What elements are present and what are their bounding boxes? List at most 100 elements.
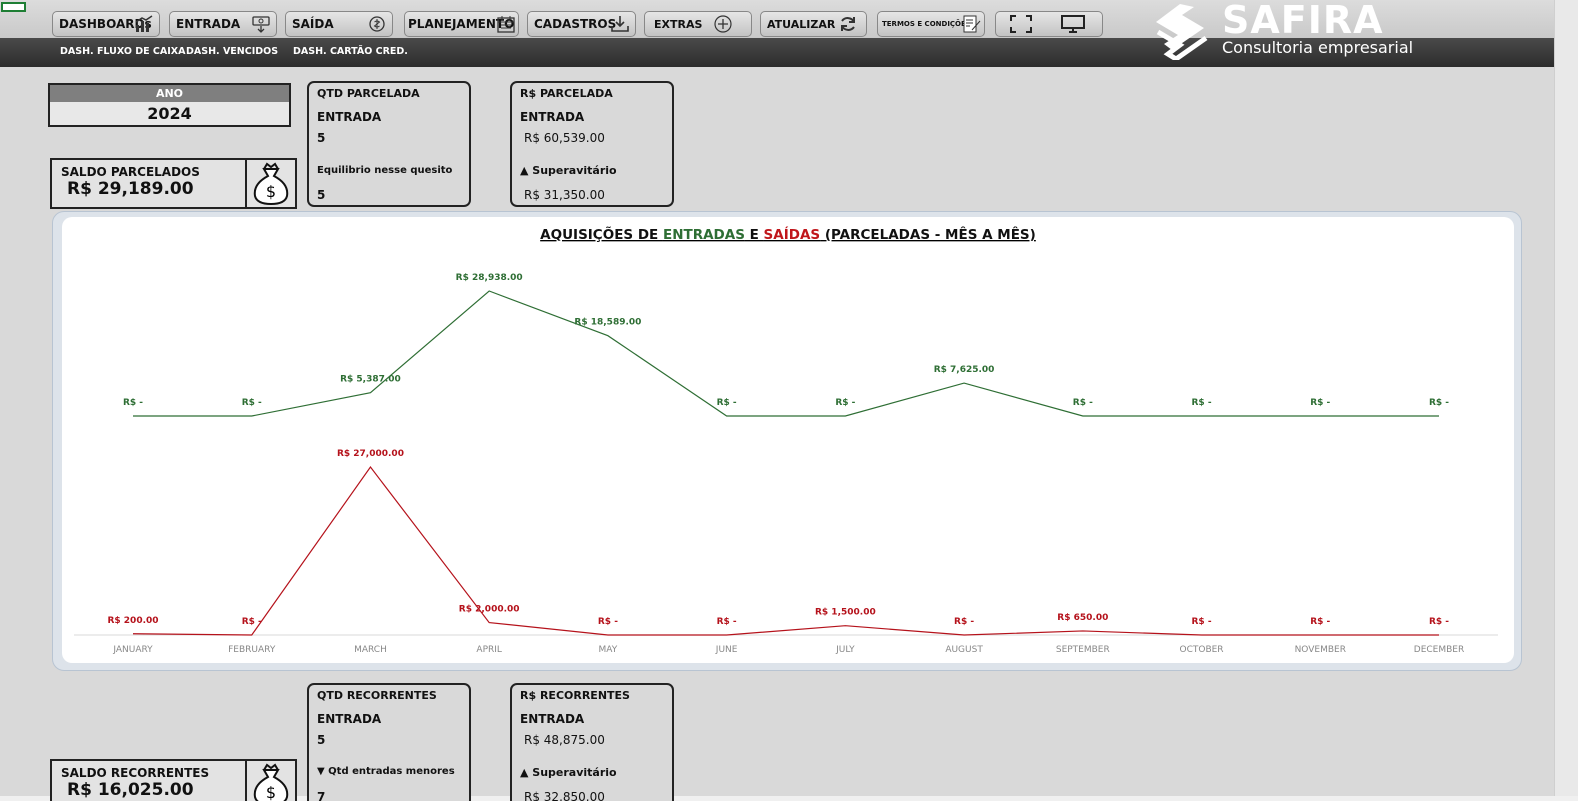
calendar-icon xyxy=(497,16,515,33)
rs-parcelada-title: R$ PARCELADA xyxy=(520,87,613,100)
chart-title-part-0: AQUISIÇÕES DE xyxy=(540,225,663,243)
extras-button-label: EXTRAS xyxy=(654,17,703,31)
safira-logo-icon xyxy=(1156,4,1208,60)
monthly-line-chart: AQUISIÇÕES DE ENTRADAS E SAÍDAS (PARCELA… xyxy=(74,225,1498,655)
subnav-fluxo-caixa[interactable]: DASH. FLUXO DE CAIXA xyxy=(60,46,185,57)
qtd-parcelada-title: QTD PARCELADA xyxy=(317,87,420,100)
data-label-s1-january: R$ 200.00 xyxy=(107,616,158,626)
cadastros-button[interactable]: CADASTROS xyxy=(527,11,636,37)
x-tick-label-june: JUNE xyxy=(715,645,738,655)
chart-title-part-2: E xyxy=(745,227,764,243)
chart-icon xyxy=(135,15,153,32)
x-tick-label-october: OCTOBER xyxy=(1180,645,1224,655)
x-tick-label-may: MAY xyxy=(599,645,618,655)
saida-button[interactable]: SAÍDA xyxy=(285,11,393,37)
data-label-s1-june: R$ - xyxy=(717,617,737,627)
qtd-recorrentes-value: 5 xyxy=(317,733,326,747)
data-label-s1-august: R$ - xyxy=(954,617,974,627)
data-label-s1-december: R$ - xyxy=(1429,617,1449,627)
planejamento-button[interactable]: PLANEJAMENTO xyxy=(404,11,519,37)
data-label-s0-october: R$ - xyxy=(1192,398,1212,408)
saldo-recorrentes-card: SALDO RECORRENTES R$ 16,025.00 $ xyxy=(50,759,297,801)
qtd-parcelada-value: 5 xyxy=(317,131,326,145)
rs-recorrentes-card: R$ RECORRENTES ENTRADA R$ 48,875.00 ▲ Su… xyxy=(510,683,674,801)
qtd-recorrentes-card: QTD RECORRENTES ENTRADA 5 ▼ Qtd entradas… xyxy=(307,683,471,801)
money-bag-icon: $ xyxy=(253,763,289,801)
x-tick-label-september: SEPTEMBER xyxy=(1056,645,1110,655)
qtd-recorrentes-subtitle: ENTRADA xyxy=(317,712,382,726)
vertical-scrollbar[interactable] xyxy=(1554,0,1578,801)
x-tick-label-february: FEBRUARY xyxy=(228,645,276,655)
data-label-s1-february: R$ - xyxy=(242,617,262,627)
qtd-recorrentes-title: QTD RECORRENTES xyxy=(317,689,437,702)
data-label-s1-may: R$ - xyxy=(598,617,618,627)
x-tick-label-november: NOVEMBER xyxy=(1295,645,1346,655)
saldo-parcelados-value: R$ 29,189.00 xyxy=(67,179,194,199)
data-label-s0-december: R$ - xyxy=(1429,398,1449,408)
refresh-icon xyxy=(841,17,855,31)
svg-text:$: $ xyxy=(266,783,276,801)
saida-button-label: SAÍDA xyxy=(292,17,334,31)
view-mode-button[interactable] xyxy=(995,11,1103,37)
entrada-button[interactable]: ENTRADA xyxy=(169,11,277,37)
data-label-s1-april: R$ 2,000.00 xyxy=(459,605,520,615)
atualizar-button[interactable]: ATUALIZAR xyxy=(760,11,867,37)
rs-recorrentes-note: ▲ Superavitário xyxy=(520,766,617,779)
qtd-recorrentes-value2: 7 xyxy=(317,790,326,801)
money-bag-frame-2: $ xyxy=(245,761,296,801)
data-label-s1-july: R$ 1,500.00 xyxy=(815,608,876,618)
rs-recorrentes-subtitle: ENTRADA xyxy=(520,712,585,726)
series-line-1 xyxy=(132,466,1439,636)
data-label-s1-september: R$ 650.00 xyxy=(1057,613,1108,623)
fullscreen-icon[interactable] xyxy=(1010,15,1032,33)
data-label-s0-september: R$ - xyxy=(1073,398,1093,408)
chart-title: AQUISIÇÕES DE ENTRADAS E SAÍDAS (PARCELA… xyxy=(540,225,1036,243)
rs-parcelada-note: ▲ Superavitário xyxy=(520,164,617,177)
download-icon xyxy=(611,16,629,32)
x-tick-label-march: MARCH xyxy=(354,645,387,655)
rs-recorrentes-value: R$ 48,875.00 xyxy=(524,733,605,747)
money-in-icon xyxy=(252,16,270,33)
rs-parcelada-subtitle: ENTRADA xyxy=(520,110,585,124)
data-label-s0-may: R$ 18,589.00 xyxy=(574,318,641,328)
subnav-cartao-cred[interactable]: DASH. CARTÃO CRED. xyxy=(293,46,408,57)
rs-parcelada-value2: R$ 31,350.00 xyxy=(524,188,605,202)
year-label: ANO xyxy=(50,85,289,102)
data-label-s1-october: R$ - xyxy=(1192,617,1212,627)
data-label-s0-june: R$ - xyxy=(717,398,737,408)
rs-recorrentes-title: R$ RECORRENTES xyxy=(520,689,630,702)
data-label-s1-march: R$ 27,000.00 xyxy=(337,449,404,459)
saldo-parcelados-label: SALDO PARCELADOS xyxy=(61,165,200,179)
x-tick-label-april: APRIL xyxy=(476,645,502,655)
data-label-s1-november: R$ - xyxy=(1310,617,1330,627)
brand-tagline: Consultoria empresarial xyxy=(1222,38,1414,57)
svg-text:$: $ xyxy=(266,182,276,201)
termos-button[interactable]: TERMOS E CONDIÇÕES xyxy=(877,11,985,37)
entrada-button-label: ENTRADA xyxy=(176,17,241,31)
chart-title-part-4: (PARCELADAS - MÊS A MÊS) xyxy=(820,226,1036,243)
dashboards-button[interactable]: DASHBOARDs xyxy=(52,11,160,37)
qtd-parcelada-card: QTD PARCELADA ENTRADA 5 Equilibrio nesse… xyxy=(307,81,471,207)
year-value[interactable]: 2024 xyxy=(50,102,289,125)
rs-recorrentes-value2: R$ 32,850.00 xyxy=(524,790,605,801)
rs-parcelada-card: R$ PARCELADA ENTRADA R$ 60,539.00 ▲ Supe… xyxy=(510,81,674,207)
data-label-s0-august: R$ 7,625.00 xyxy=(934,365,995,375)
saldo-recorrentes-value: R$ 16,025.00 xyxy=(67,780,194,800)
money-out-icon xyxy=(369,16,385,32)
data-label-s0-november: R$ - xyxy=(1310,398,1330,408)
x-tick-label-july: JULY xyxy=(835,645,855,655)
data-label-s0-april: R$ 28,938.00 xyxy=(456,273,523,283)
sign-document-icon xyxy=(963,15,981,33)
data-label-s0-march: R$ 5,387.00 xyxy=(340,375,401,385)
qtd-parcelada-value2: 5 xyxy=(317,188,326,202)
monitor-icon[interactable] xyxy=(1060,15,1086,33)
subnav-vencidos[interactable]: DASH. VENCIDOS xyxy=(186,46,278,57)
year-card: ANO 2024 xyxy=(48,83,291,127)
termos-button-label: TERMOS E CONDIÇÕES xyxy=(882,20,971,28)
extras-button[interactable]: EXTRAS xyxy=(644,11,752,37)
series-line-0 xyxy=(133,290,1439,417)
qtd-parcelada-note: Equilibrio nesse quesito xyxy=(317,165,453,176)
plus-circle-icon xyxy=(714,15,732,33)
x-tick-label-august: AUGUST xyxy=(945,645,983,655)
selected-cell-marker[interactable] xyxy=(1,2,26,12)
